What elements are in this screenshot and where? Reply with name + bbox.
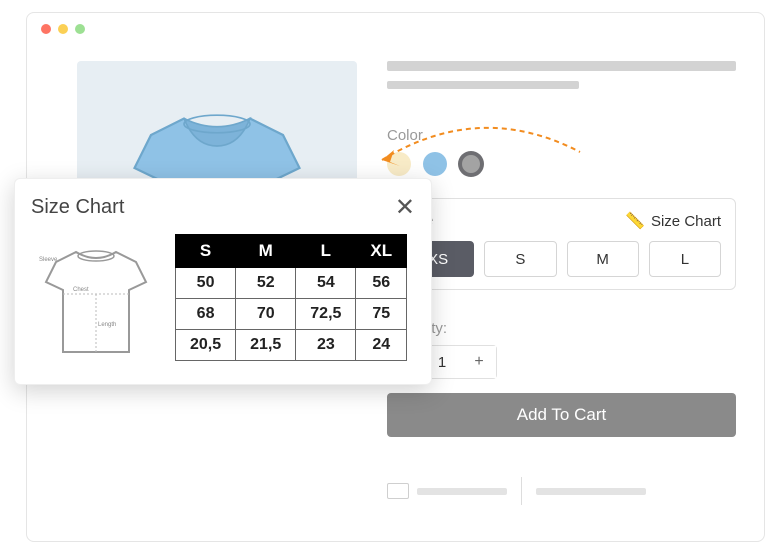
swatch-gray[interactable]: [459, 152, 483, 176]
table-header: M: [236, 235, 296, 268]
window-close-dot[interactable]: [41, 24, 51, 34]
footer-item-2: [536, 488, 646, 495]
measurement-diagram: Chest Sleeve Length: [31, 234, 161, 364]
swatch-cream[interactable]: [387, 152, 411, 176]
size-btn-l[interactable]: L: [649, 241, 721, 277]
size-chart-link[interactable]: 📏 Size Chart: [625, 211, 721, 231]
size-table: S M L XL 50 52 54 56 68 70 72,5 75 20,5 …: [175, 234, 407, 361]
size-panel: Size 📏 Size Chart XS S M L: [387, 198, 736, 290]
popup-body: Chest Sleeve Length S M L XL 50 52 54 56…: [31, 234, 415, 364]
table-row: 50 52 54 56: [176, 268, 407, 299]
ruler-icon: 📏: [625, 211, 645, 231]
color-label: Color: [387, 127, 736, 144]
title-placeholder: [387, 61, 736, 71]
svg-text:Sleeve: Sleeve: [39, 257, 58, 263]
size-header: Size 📏 Size Chart: [402, 211, 721, 231]
product-details: Color Size 📏 Size Chart XS S: [387, 61, 736, 529]
footer-divider: [521, 477, 522, 505]
footer-info: [387, 477, 736, 505]
size-chart-popup: Size Chart ✕ Chest Sleeve Length S M L X…: [14, 178, 432, 385]
svg-text:Length: Length: [98, 322, 116, 328]
footer-bar-1: [417, 488, 507, 495]
quantity-label: Quantity:: [387, 320, 736, 337]
size-btn-m[interactable]: M: [567, 241, 639, 277]
table-row: 20,5 21,5 23 24: [176, 330, 407, 361]
subtitle-placeholder: [387, 81, 579, 89]
quantity-section: Quantity: - 1 + Add To Cart: [387, 320, 736, 437]
table-header: XL: [356, 235, 407, 268]
table-header: L: [296, 235, 356, 268]
size-options: XS S M L: [402, 241, 721, 277]
window-zoom-dot[interactable]: [75, 24, 85, 34]
truck-icon: [387, 483, 409, 499]
footer-item-1: [387, 483, 507, 499]
popup-header: Size Chart ✕: [31, 193, 415, 222]
qty-increase-button[interactable]: +: [462, 346, 496, 378]
table-header-row: S M L XL: [176, 235, 407, 268]
titlebar: [27, 13, 764, 45]
color-section: Color: [387, 127, 736, 176]
svg-text:Chest: Chest: [73, 287, 89, 293]
add-to-cart-button[interactable]: Add To Cart: [387, 393, 736, 437]
swatch-blue[interactable]: [423, 152, 447, 176]
color-swatches: [387, 152, 736, 176]
close-button[interactable]: ✕: [395, 193, 415, 222]
window-minimize-dot[interactable]: [58, 24, 68, 34]
table-header: S: [176, 235, 236, 268]
footer-bar-2: [536, 488, 646, 495]
table-row: 68 70 72,5 75: [176, 299, 407, 330]
size-chart-link-text: Size Chart: [651, 213, 721, 230]
size-btn-s[interactable]: S: [484, 241, 556, 277]
popup-title: Size Chart: [31, 196, 124, 219]
